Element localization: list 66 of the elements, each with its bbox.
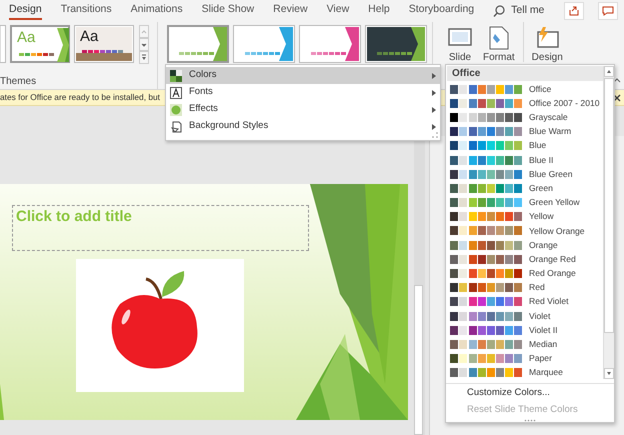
color-scheme-item[interactable]: Orange Red [446,252,603,266]
ribbon-tab[interactable]: Animations [130,2,183,20]
variant-thumbnail[interactable] [365,25,427,63]
search-icon[interactable] [493,5,506,17]
scrollbar-thumb[interactable] [414,285,423,435]
color-scheme-item[interactable]: Red Orange [446,266,603,281]
ribbon-tab[interactable]: Transitions [60,2,112,20]
color-scheme-item[interactable]: Blue II [446,152,603,168]
scroll-down-icon[interactable] [139,38,149,51]
color-scheme-item[interactable]: Violet [446,309,603,324]
ribbon-button[interactable]: Slide [445,22,475,62]
color-scheme-item[interactable]: Blue Green [446,167,603,182]
background-icon [170,120,182,132]
color-scheme-item[interactable]: Median [446,337,603,352]
share-icon[interactable] [564,2,584,20]
resize-grip-icon[interactable] [524,418,536,422]
color-scheme-item[interactable]: Office [446,82,603,96]
ribbon-tab[interactable]: Help [368,2,390,20]
color-scheme-item[interactable]: Orange [446,238,603,252]
color-scheme-item[interactable]: Yellow [446,210,603,224]
comment-icon[interactable] [598,2,618,20]
ribbon-button[interactable]: Format [481,22,524,62]
theme-thumbnail[interactable]: Aa [74,25,134,63]
color-scheme-item[interactable]: Grayscale [446,110,603,125]
color-scheme-item[interactable]: Green [446,181,603,196]
group-label: Themes [0,76,38,87]
scrollbar-thumb[interactable] [604,78,614,333]
menu-item[interactable]: Customize Colors... [446,384,556,402]
fonts-icon [170,86,182,98]
color-scheme-item[interactable]: Red Violet [446,294,603,309]
ribbon-tab[interactable]: Review [273,2,308,20]
ribbon-button[interactable]: Design [530,22,565,62]
theme-thumbnail[interactable] [0,25,6,63]
color-scheme-item[interactable]: Violet II [446,323,603,338]
ribbon-tab[interactable]: Slide Show [202,2,254,20]
tell-me-search[interactable]: Tell me [511,3,544,19]
variant-thumbnail[interactable] [167,25,229,63]
resize-grip-icon[interactable] [432,132,438,138]
color-scheme-item[interactable]: Green Yellow [446,196,603,210]
menu-item[interactable]: Fonts [166,84,440,101]
scroll-down-icon[interactable] [604,368,614,379]
variant-thumbnail[interactable] [299,25,361,63]
variant-thumbnail[interactable] [233,25,295,63]
theme-name: Aa [80,29,98,45]
color-scheme-item[interactable]: Office 2007 - 2010 [446,96,603,110]
effects-icon [170,104,182,116]
menu-item[interactable]: Background Styles [166,118,440,135]
colors-icon [170,70,182,82]
scroll-up-icon[interactable] [604,66,614,77]
menu-item: Reset Slide Theme Colors [446,402,584,419]
menu-header: Office [447,66,603,81]
ribbon-tab[interactable]: View [326,2,350,20]
more-icon[interactable] [139,51,149,64]
color-scheme-item[interactable]: Yellow Orange [446,224,603,238]
color-scheme-item[interactable]: Blue [446,138,603,153]
close-icon[interactable] [613,94,621,102]
color-scheme-item[interactable]: Red [446,280,603,295]
color-scheme-item[interactable]: Blue Warm [446,124,603,139]
menu-item[interactable]: Effects [166,101,440,118]
ribbon-tab[interactable]: Design [9,2,42,20]
menu-item[interactable]: Colors [166,67,440,84]
ribbon-tab[interactable]: Storyboarding [408,2,474,20]
color-scheme-item[interactable]: Marquee [446,366,603,380]
color-scheme-item[interactable]: Paper [446,352,603,366]
notification-message: ates for Office are ready to be installed, but [0,91,160,104]
theme-name: Aa [17,30,36,46]
